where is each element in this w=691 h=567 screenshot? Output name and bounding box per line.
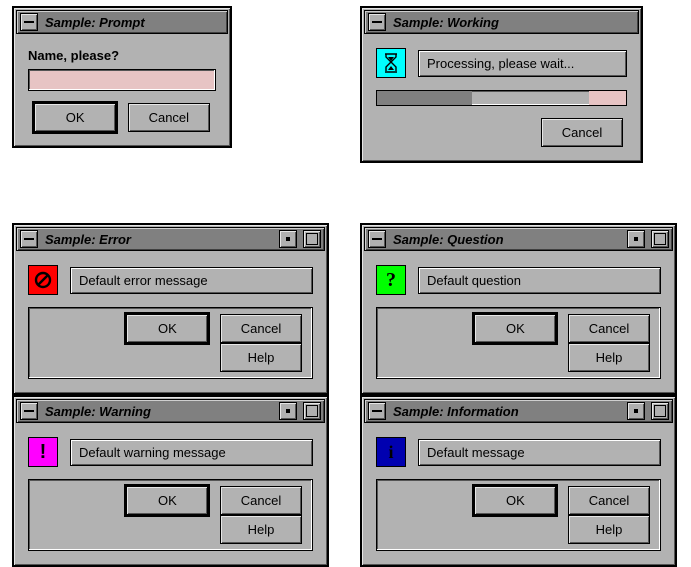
dialog-information: Sample: Information i Default message OK… xyxy=(360,395,677,567)
window-title: Sample: Warning xyxy=(45,404,151,419)
maximize-button[interactable] xyxy=(303,402,321,420)
prompt-input[interactable] xyxy=(28,69,216,91)
titlebar[interactable]: Sample: Question xyxy=(364,227,673,251)
progress-tail xyxy=(589,91,626,105)
question-message: Default question xyxy=(418,267,661,294)
prompt-label: Name, please? xyxy=(28,48,216,63)
dialog-working: Sample: Working Processing, please wait.… xyxy=(360,6,643,163)
cancel-button[interactable]: Cancel xyxy=(220,486,302,515)
ok-button[interactable]: OK xyxy=(474,314,556,343)
help-button[interactable]: Help xyxy=(220,343,302,372)
window-title: Sample: Information xyxy=(393,404,519,419)
hourglass-icon xyxy=(376,48,406,78)
titlebar[interactable]: Sample: Information xyxy=(364,399,673,423)
dialog-error: Sample: Error Default error message OK C… xyxy=(12,223,329,395)
dialog-question: Sample: Question ? Default question OK C… xyxy=(360,223,677,395)
help-button[interactable]: Help xyxy=(568,515,650,544)
cancel-button[interactable]: Cancel xyxy=(568,486,650,515)
minimize-button[interactable] xyxy=(627,230,645,248)
window-menu-button[interactable] xyxy=(368,230,386,248)
progress-fill xyxy=(377,91,472,105)
ok-button[interactable]: OK xyxy=(34,103,116,132)
help-button[interactable]: Help xyxy=(568,343,650,372)
titlebar[interactable]: Sample: Prompt xyxy=(16,10,228,34)
window-menu-button[interactable] xyxy=(20,230,38,248)
working-message: Processing, please wait... xyxy=(418,50,627,77)
warning-icon: ! xyxy=(28,437,58,467)
titlebar[interactable]: Sample: Error xyxy=(16,227,325,251)
cancel-button[interactable]: Cancel xyxy=(128,103,210,132)
info-icon: i xyxy=(376,437,406,467)
dialog-prompt: Sample: Prompt Name, please? OK Cancel xyxy=(12,6,232,148)
warning-message: Default warning message xyxy=(70,439,313,466)
cancel-button[interactable]: Cancel xyxy=(220,314,302,343)
titlebar[interactable]: Sample: Warning xyxy=(16,399,325,423)
window-title: Sample: Prompt xyxy=(45,15,145,30)
minimize-button[interactable] xyxy=(627,402,645,420)
cancel-button[interactable]: Cancel xyxy=(541,118,623,147)
window-menu-button[interactable] xyxy=(368,13,386,31)
information-message: Default message xyxy=(418,439,661,466)
ok-button[interactable]: OK xyxy=(126,486,208,515)
ok-button[interactable]: OK xyxy=(474,486,556,515)
help-button[interactable]: Help xyxy=(220,515,302,544)
progress-bar xyxy=(376,90,627,106)
maximize-button[interactable] xyxy=(651,230,669,248)
minimize-button[interactable] xyxy=(279,230,297,248)
ok-button[interactable]: OK xyxy=(126,314,208,343)
maximize-button[interactable] xyxy=(651,402,669,420)
question-icon: ? xyxy=(376,265,406,295)
titlebar[interactable]: Sample: Working xyxy=(364,10,639,34)
window-menu-button[interactable] xyxy=(20,13,38,31)
window-title: Sample: Working xyxy=(393,15,499,30)
dialog-warning: Sample: Warning ! Default warning messag… xyxy=(12,395,329,567)
window-title: Sample: Question xyxy=(393,232,504,247)
minimize-button[interactable] xyxy=(279,402,297,420)
error-icon xyxy=(28,265,58,295)
window-menu-button[interactable] xyxy=(368,402,386,420)
maximize-button[interactable] xyxy=(303,230,321,248)
cancel-button[interactable]: Cancel xyxy=(568,314,650,343)
window-title: Sample: Error xyxy=(45,232,131,247)
window-menu-button[interactable] xyxy=(20,402,38,420)
error-message: Default error message xyxy=(70,267,313,294)
